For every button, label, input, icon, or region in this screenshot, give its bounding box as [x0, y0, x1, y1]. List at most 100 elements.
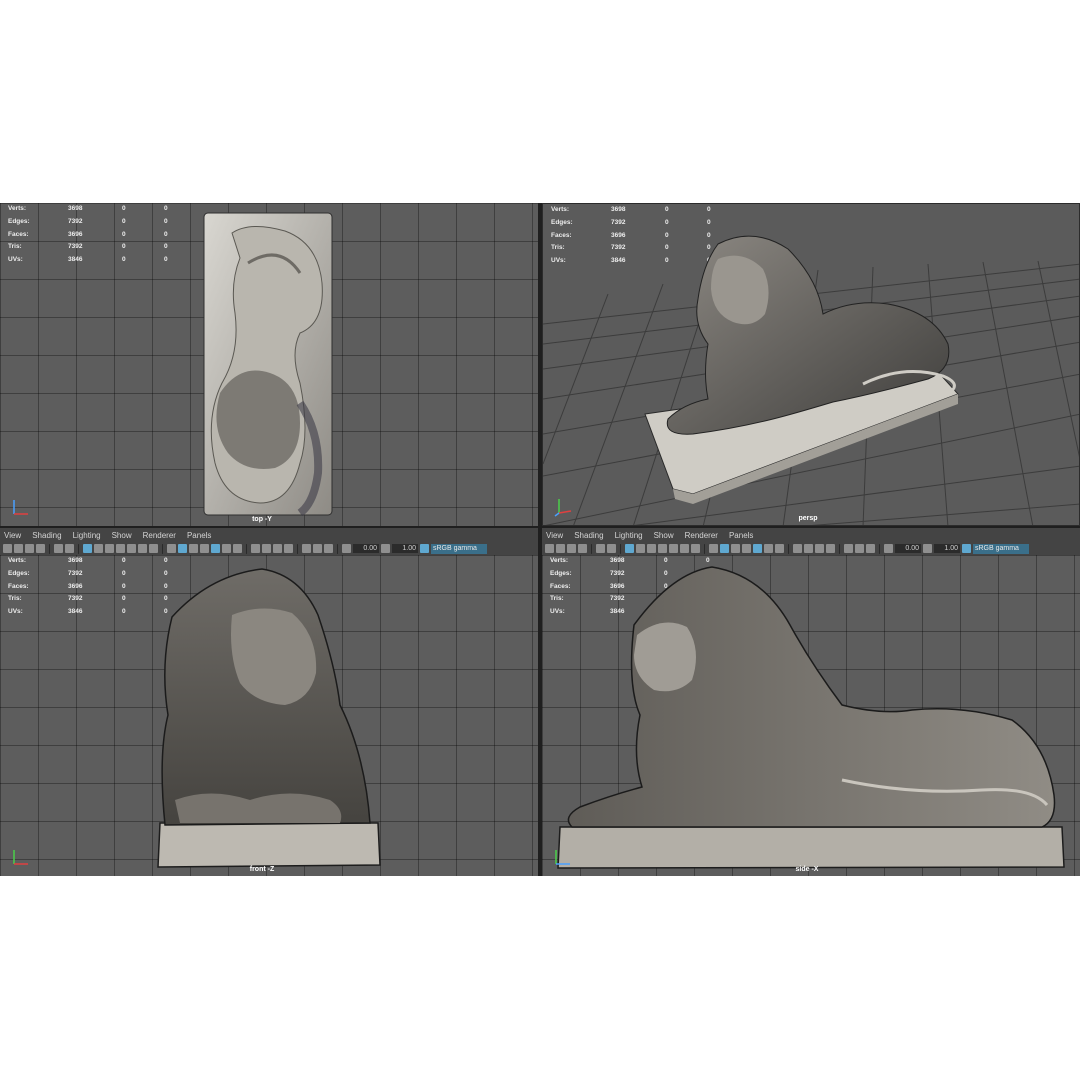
camera-select-icon[interactable] [3, 544, 12, 553]
xray-joints-icon[interactable] [866, 544, 875, 553]
depth-of-field-icon[interactable] [826, 544, 835, 553]
camera-select-icon[interactable] [545, 544, 554, 553]
lights-icon[interactable] [222, 544, 231, 553]
lion-statue-top-view[interactable] [0, 203, 538, 526]
menu-panels[interactable]: Panels [187, 530, 211, 541]
textured-icon[interactable] [211, 544, 220, 553]
xray-joints-icon[interactable] [324, 544, 333, 553]
safe-title-icon[interactable] [691, 544, 700, 553]
panel-toolbar: 0.00 1.00 sRGB gamma [545, 542, 1080, 555]
toolbar-separator [246, 543, 247, 554]
safe-action-icon[interactable] [138, 544, 147, 553]
exposure-field[interactable]: 0.00 [353, 544, 379, 553]
menu-renderer[interactable]: Renderer [685, 530, 718, 541]
camera-label-persp: persp [798, 515, 818, 522]
exposure-icon[interactable] [342, 544, 351, 553]
menu-lighting[interactable]: Lighting [615, 530, 643, 541]
gamma-field[interactable]: 1.00 [934, 544, 960, 553]
color-space-dropdown[interactable]: sRGB gamma [973, 543, 1029, 554]
isolate-select-icon[interactable] [302, 544, 311, 553]
gamma-icon[interactable] [923, 544, 932, 553]
default-material-icon[interactable] [189, 544, 198, 553]
film-gate-icon[interactable] [94, 544, 103, 553]
field-chart-icon[interactable] [127, 544, 136, 553]
2d-pan-zoom-icon[interactable] [54, 544, 63, 553]
wireframe-icon[interactable] [167, 544, 176, 553]
panel-menu: View Shading Lighting Show Renderer Pane… [4, 530, 211, 541]
lion-statue-persp-view[interactable] [543, 204, 1080, 526]
toolbar-separator [78, 543, 79, 554]
color-space-dropdown[interactable]: sRGB gamma [431, 543, 487, 554]
bookmark-icon[interactable] [25, 544, 34, 553]
depth-of-field-icon[interactable] [284, 544, 293, 553]
viewport-top[interactable]: Verts: 3698 0 0 Edges: 7392 0 0 Faces: 3696 0 0 T… [0, 203, 538, 526]
toolbar-separator [620, 543, 621, 554]
motion-blur-icon[interactable] [262, 544, 271, 553]
menu-shading[interactable]: Shading [574, 530, 603, 541]
exposure-icon[interactable] [884, 544, 893, 553]
smooth-shade-icon[interactable] [178, 544, 187, 553]
image-plane-icon[interactable] [36, 544, 45, 553]
safe-title-icon[interactable] [149, 544, 158, 553]
viewport-front[interactable]: Verts: 3698 0 0 Edges: 7392 0 0 Faces: 3696 0 0 T… [0, 555, 538, 876]
lion-statue-front-view[interactable] [0, 555, 538, 876]
gate-mask-icon[interactable] [116, 544, 125, 553]
menu-show[interactable]: Show [112, 530, 132, 541]
menu-view[interactable]: View [546, 530, 563, 541]
textured-icon[interactable] [753, 544, 762, 553]
toolbar-separator [337, 543, 338, 554]
toolbar-separator [704, 543, 705, 554]
grid-toggle-icon[interactable] [83, 544, 92, 553]
anti-aliasing-icon[interactable] [273, 544, 282, 553]
menu-view[interactable]: View [4, 530, 21, 541]
xray-icon[interactable] [855, 544, 864, 553]
axis-gizmo-icon [554, 499, 572, 517]
gate-mask-icon[interactable] [658, 544, 667, 553]
smooth-shade-icon[interactable] [720, 544, 729, 553]
menu-lighting[interactable]: Lighting [73, 530, 101, 541]
color-management-icon[interactable] [962, 544, 971, 553]
menu-shading[interactable]: Shading [32, 530, 61, 541]
motion-blur-icon[interactable] [804, 544, 813, 553]
lights-icon[interactable] [764, 544, 773, 553]
exposure-field[interactable]: 0.00 [895, 544, 921, 553]
lion-statue-side-view[interactable] [542, 555, 1080, 876]
menu-renderer[interactable]: Renderer [143, 530, 176, 541]
resolution-gate-icon[interactable] [647, 544, 656, 553]
camera-attributes-icon[interactable] [556, 544, 565, 553]
anti-aliasing-icon[interactable] [815, 544, 824, 553]
grease-pencil-icon[interactable] [607, 544, 616, 553]
shadows-icon[interactable] [233, 544, 242, 553]
grid-toggle-icon[interactable] [625, 544, 634, 553]
menu-show[interactable]: Show [654, 530, 674, 541]
viewport-side[interactable]: Verts:369800 Edges:739200 Faces:369600 T… [542, 555, 1080, 876]
isolate-select-icon[interactable] [844, 544, 853, 553]
panel-menu-bar-right: View Shading Lighting Show Renderer Pane… [542, 528, 1080, 557]
image-plane-icon[interactable] [578, 544, 587, 553]
color-management-icon[interactable] [420, 544, 429, 553]
shadows-icon[interactable] [775, 544, 784, 553]
ambient-occlusion-icon[interactable] [251, 544, 260, 553]
panel-toolbar: 0.00 1.00 sRGB gamma [3, 542, 538, 555]
menu-panels[interactable]: Panels [729, 530, 753, 541]
bookmark-icon[interactable] [567, 544, 576, 553]
toolbar-separator [162, 543, 163, 554]
axis-gizmo-icon [13, 850, 28, 865]
grease-pencil-icon[interactable] [65, 544, 74, 553]
gamma-field[interactable]: 1.00 [392, 544, 418, 553]
wireframe-on-shaded-icon[interactable] [742, 544, 751, 553]
safe-action-icon[interactable] [680, 544, 689, 553]
xray-icon[interactable] [313, 544, 322, 553]
gamma-icon[interactable] [381, 544, 390, 553]
field-chart-icon[interactable] [669, 544, 678, 553]
2d-pan-zoom-icon[interactable] [596, 544, 605, 553]
maya-four-view-workspace: Verts: 3698 0 0 Edges: 7392 0 0 Faces: 3696 0 0 T… [0, 203, 1080, 876]
camera-attributes-icon[interactable] [14, 544, 23, 553]
film-gate-icon[interactable] [636, 544, 645, 553]
ambient-occlusion-icon[interactable] [793, 544, 802, 553]
default-material-icon[interactable] [731, 544, 740, 553]
resolution-gate-icon[interactable] [105, 544, 114, 553]
viewport-persp[interactable]: Verts: 3698 0 0 Edges: 7392 0 0 Faces: 3696 0 0 T… [542, 203, 1080, 526]
wireframe-icon[interactable] [709, 544, 718, 553]
wireframe-on-shaded-icon[interactable] [200, 544, 209, 553]
